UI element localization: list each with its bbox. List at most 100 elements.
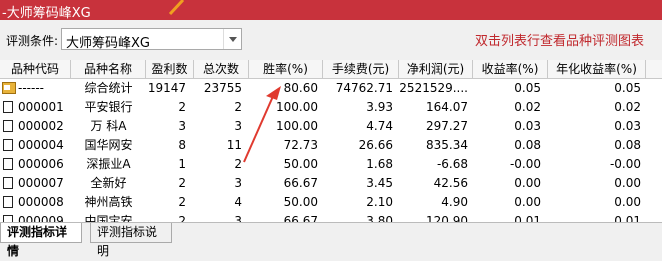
cell-fee: 1.68	[366, 157, 393, 171]
cell-fee: 3.93	[366, 100, 393, 114]
cell-annual-return: 0.01	[614, 214, 641, 222]
folder-icon	[2, 82, 16, 94]
cell-annual-return: -0.00	[609, 157, 641, 171]
cell-total: 2	[234, 100, 242, 114]
cell-name: 国华网安	[84, 138, 133, 152]
chevron-down-icon[interactable]	[223, 29, 241, 49]
cell-wins: 8	[178, 138, 186, 152]
cell-return: 0.08	[514, 138, 541, 152]
cell-profit: 42.56	[433, 176, 468, 190]
header-total[interactable]: 总次数	[194, 60, 249, 78]
cell-name: 综合统计	[84, 81, 133, 95]
hint-text: 双击列表行查看品种评测图表	[474, 34, 644, 49]
cell-annual-return: 0.00	[614, 195, 641, 209]
cell-wins: 2	[178, 214, 186, 222]
cell-return: 0.05	[514, 81, 541, 95]
bottom-tabs: 评测指标详情 评测指标说明	[0, 222, 662, 258]
header-wins[interactable]: 盈利数	[146, 60, 194, 78]
cell-profit: -6.68	[436, 157, 468, 171]
cell-wins: 2	[178, 100, 186, 114]
cell-name: 深振业A	[86, 157, 131, 171]
cell-winrate: 80.60	[283, 81, 318, 95]
table-row[interactable]: 000006 深振业A 1 2 50.00 1.68 -6.68 -0.00 -0.00	[0, 155, 662, 174]
cell-fee: 74762.71	[335, 81, 393, 95]
header-code[interactable]: 品种代码	[0, 60, 71, 78]
header-return[interactable]: 收益率(%)	[473, 60, 548, 78]
cell-code: 000002	[18, 119, 64, 133]
cell-name: 全新好	[90, 176, 127, 190]
table-row[interactable]: 000008 神州高铁 2 4 50.00 2.10 4.90 0.00 0.00	[0, 193, 662, 212]
cell-annual-return: 0.08	[614, 138, 641, 152]
table-row[interactable]: 000009 中国宝安 2 3 66.67 3.80 120.90 0.01 0.01	[0, 212, 662, 222]
header-annual-return[interactable]: 年化收益率(%)	[548, 60, 646, 78]
cell-wins: 2	[178, 195, 186, 209]
results-table[interactable]: 品种代码 品种名称 盈利数 总次数 胜率(%) 手续费(元) 净利润(元) 收益…	[0, 60, 662, 222]
cell-winrate: 50.00	[283, 195, 318, 209]
title-bar: -大师筹码峰XG	[0, 0, 662, 21]
table-row[interactable]: 000007 全新好 2 3 66.67 3.45 42.56 0.00 0.00	[0, 174, 662, 193]
cell-code: 000007	[18, 176, 64, 190]
document-icon	[3, 196, 13, 208]
header-name[interactable]: 品种名称	[71, 60, 146, 78]
cell-profit: 164.07	[426, 100, 468, 114]
cell-profit: 297.27	[426, 119, 468, 133]
cell-winrate: 72.73	[283, 138, 318, 152]
cell-name: 中国宝安	[84, 214, 133, 222]
cell-wins: 3	[178, 119, 186, 133]
window-title: -大师筹码峰XG	[2, 6, 91, 21]
cell-fee: 2.10	[366, 195, 393, 209]
cell-total: 4	[234, 195, 242, 209]
cell-name: 神州高铁	[84, 195, 133, 209]
cell-return: 0.00	[514, 176, 541, 190]
toolbar: 评测条件: 大师筹码峰XG 双击列表行查看品种评测图表	[0, 20, 662, 60]
cell-wins: 2	[178, 176, 186, 190]
document-icon	[3, 120, 13, 132]
criteria-value: 大师筹码峰XG	[66, 36, 150, 51]
table-row[interactable]: 000001 平安银行 2 2 100.00 3.93 164.07 0.02 0.02	[0, 98, 662, 117]
cell-return: -0.00	[509, 157, 541, 171]
cell-winrate: 66.67	[283, 214, 318, 222]
document-icon	[3, 215, 13, 222]
cell-winrate: 100.00	[276, 100, 318, 114]
header-profit[interactable]: 净利润(元)	[399, 60, 473, 78]
cell-return: 0.03	[514, 119, 541, 133]
header-fee[interactable]: 手续费(元)	[323, 60, 399, 78]
cell-return: 0.02	[514, 100, 541, 114]
cell-name: 平安银行	[84, 100, 133, 114]
cell-annual-return: 0.00	[614, 176, 641, 190]
cell-profit: 120.90	[426, 214, 468, 222]
criteria-select[interactable]: 大师筹码峰XG	[61, 28, 242, 51]
cell-total: 23755	[203, 81, 242, 95]
header-winrate[interactable]: 胜率(%)	[249, 60, 323, 78]
cell-profit: 2521529....	[399, 81, 468, 95]
table-row[interactable]: 000004 国华网安 8 11 72.73 26.66 835.34 0.08 0.08	[0, 136, 662, 155]
tab-metrics-description[interactable]: 评测指标说明	[90, 223, 172, 258]
cell-winrate: 50.00	[283, 157, 318, 171]
cell-return: 0.00	[514, 195, 541, 209]
cell-total: 11	[226, 138, 242, 152]
document-icon	[3, 139, 13, 151]
table-row[interactable]: ------ 综合统计 19147 23755 80.60 74762.71 2521529…	[0, 79, 662, 98]
document-icon	[3, 101, 13, 113]
cell-fee: 26.66	[358, 138, 393, 152]
cell-fee: 3.45	[366, 176, 393, 190]
cell-code: 000006	[18, 157, 64, 171]
cell-code: 000009	[18, 214, 64, 222]
cell-code: 000004	[18, 138, 64, 152]
cell-winrate: 100.00	[276, 119, 318, 133]
table-row[interactable]: 000002 万 科A 3 3 100.00 4.74 297.27 0.03 0.03	[0, 117, 662, 136]
criteria-label: 评测条件:	[6, 34, 59, 48]
table-header: 品种代码 品种名称 盈利数 总次数 胜率(%) 手续费(元) 净利润(元) 收益…	[0, 60, 662, 79]
cell-total: 3	[234, 119, 242, 133]
cell-winrate: 66.67	[283, 176, 318, 190]
cell-profit: 4.90	[441, 195, 468, 209]
cell-total: 3	[234, 176, 242, 190]
document-icon	[3, 158, 13, 170]
cell-return: 0.01	[514, 214, 541, 222]
cell-code: 000008	[18, 195, 64, 209]
cell-total: 3	[234, 214, 242, 222]
cell-code: ------	[18, 81, 44, 95]
tab-metrics-detail[interactable]: 评测指标详情	[0, 223, 82, 258]
cell-fee: 3.80	[366, 214, 393, 222]
cell-annual-return: 0.03	[614, 119, 641, 133]
